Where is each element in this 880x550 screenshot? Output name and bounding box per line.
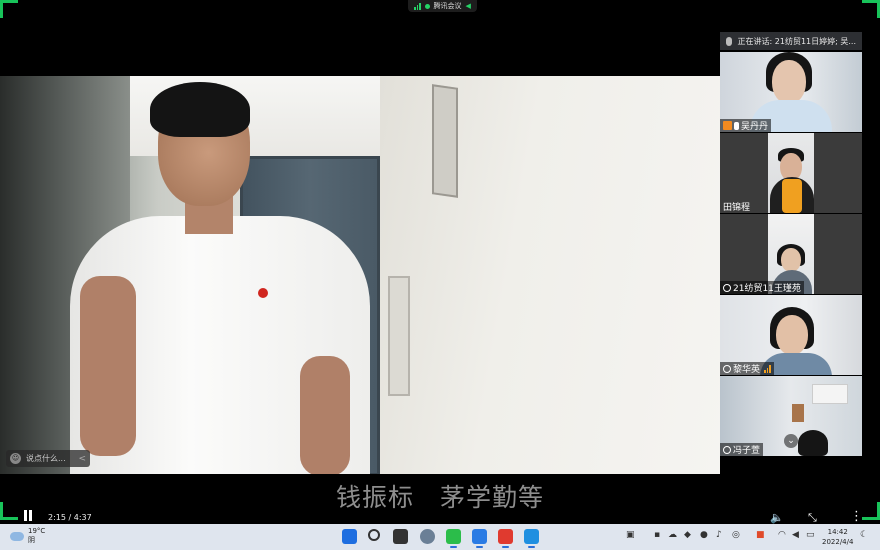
participant-video — [781, 248, 801, 272]
tencent-meeting-icon[interactable] — [472, 529, 487, 548]
participant-name: 田锦程 — [723, 203, 751, 213]
participant-tile[interactable]: 21纺贸11王瑾苑 — [720, 214, 862, 294]
mic-icon — [726, 36, 732, 46]
share-frame-corner — [0, 502, 18, 520]
share-frame-corner — [862, 0, 880, 18]
participant-tile[interactable]: 黎华英 — [720, 295, 862, 375]
wifi-icon[interactable]: ◠ — [778, 530, 786, 540]
participant-video — [772, 60, 806, 104]
video-person — [150, 82, 250, 137]
mic-icon — [734, 121, 739, 130]
chat-input[interactable]: ☺ 说点什么... < — [6, 450, 90, 467]
search-icon[interactable] — [368, 529, 380, 541]
participant-video — [792, 404, 804, 422]
speaking-label: 正在讲话: 21纺贸11日婷婷; 吴... — [737, 36, 856, 46]
shield-icon[interactable]: ◆ — [684, 530, 691, 540]
signal-icon — [414, 2, 421, 10]
wps-icon[interactable] — [498, 529, 513, 548]
party-badge — [258, 288, 268, 298]
video-person — [80, 276, 136, 456]
emoji-icon[interactable]: ☺ — [10, 453, 21, 464]
cloud-icon — [10, 531, 24, 541]
microphone-icon[interactable]: ♪ — [716, 530, 722, 540]
weather-widget[interactable]: 19°C 阴 — [10, 527, 45, 545]
participant-name-tag: 21纺贸11王瑾苑 — [720, 281, 804, 294]
cloud-sync-icon[interactable]: ☁ — [668, 530, 677, 540]
participant-tile[interactable]: 冯子萱 ⌄ — [720, 376, 862, 456]
participant-video — [776, 315, 808, 355]
participant-video — [782, 179, 802, 213]
share-frame-corner — [0, 0, 18, 18]
meeting-title-pill[interactable]: 腾讯会议 ◀ — [408, 0, 477, 12]
settings-icon[interactable] — [420, 529, 435, 544]
speaking-volume-icon — [764, 364, 771, 373]
speaker-icon: ◀ — [465, 2, 471, 10]
user-icon — [723, 364, 731, 373]
taskbar — [0, 524, 880, 550]
shared-video[interactable] — [0, 76, 720, 474]
chat-placeholder: 说点什么... — [26, 454, 66, 463]
task-view-icon[interactable] — [393, 529, 408, 544]
user-icon — [723, 283, 731, 292]
fullscreen-exit-icon[interactable]: ⤡ — [808, 511, 817, 525]
participant-video — [812, 384, 848, 404]
participant-name-tag: 吴丹丹 — [720, 119, 772, 132]
notification-icon[interactable]: ☾ — [860, 530, 868, 540]
user-icon — [723, 445, 731, 454]
nvidia-icon[interactable]: ▪ — [654, 530, 660, 540]
tray-app-icon[interactable]: ■ — [756, 530, 765, 540]
chevron-down-icon[interactable]: ⌄ — [784, 434, 798, 448]
tray-app-icon[interactable]: ▣ — [626, 530, 635, 540]
video-person — [300, 356, 350, 474]
media-player-icon[interactable] — [524, 529, 539, 548]
video-scene — [388, 276, 410, 396]
weather-desc: 阴 — [28, 536, 35, 544]
share-frame-corner — [862, 502, 880, 520]
battery-icon[interactable]: ▭ — [806, 530, 815, 540]
clock-time: 14:42 — [827, 528, 848, 536]
video-subtitle: 钱振标 茅学勤等 — [335, 483, 544, 512]
participant-video — [798, 430, 828, 456]
app-title: 腾讯会议 — [433, 2, 462, 10]
participant-tile[interactable]: 吴丹丹 — [720, 52, 862, 132]
participant-name: 冯子萱 — [733, 446, 761, 456]
participant-name-tag: 黎华英 — [720, 362, 774, 375]
speaking-indicator: 正在讲话: 21纺贸11日婷婷; 吴... — [720, 32, 862, 50]
taskbar-clock[interactable]: 14:42 2022/4/4 — [822, 527, 853, 547]
collapse-chat-icon[interactable]: < — [78, 454, 86, 464]
tray-app-icon[interactable]: ◎ — [732, 530, 740, 540]
volume-icon[interactable]: 🔈 — [770, 511, 784, 524]
recording-dot-icon — [424, 3, 430, 9]
participant-list: 吴丹丹 田锦程 21纺贸11王瑾苑 黎华英 冯子萱 ⌄ — [720, 52, 862, 457]
participant-name: 吴丹丹 — [741, 122, 769, 132]
playback-time: 2:15 / 4:37 — [48, 513, 92, 522]
tray-app-icon[interactable]: ● — [700, 530, 708, 540]
participant-tile[interactable]: 田锦程 — [720, 133, 862, 213]
participant-name: 黎华英 — [733, 365, 761, 375]
windows-start-icon[interactable] — [342, 529, 357, 544]
video-scene — [380, 76, 720, 474]
volume-icon[interactable]: ◀ — [792, 530, 799, 540]
pause-button[interactable] — [24, 510, 34, 522]
participant-name: 21纺贸11王瑾苑 — [733, 284, 801, 294]
clock-date: 2022/4/4 — [822, 538, 854, 546]
host-icon — [723, 121, 732, 130]
weather-temp: 19°C — [28, 527, 46, 535]
participant-name-tag: 田锦程 — [720, 200, 753, 213]
participant-name-tag: 冯子萱 — [720, 443, 764, 456]
video-scene — [432, 84, 458, 198]
wechat-icon[interactable] — [446, 529, 461, 548]
